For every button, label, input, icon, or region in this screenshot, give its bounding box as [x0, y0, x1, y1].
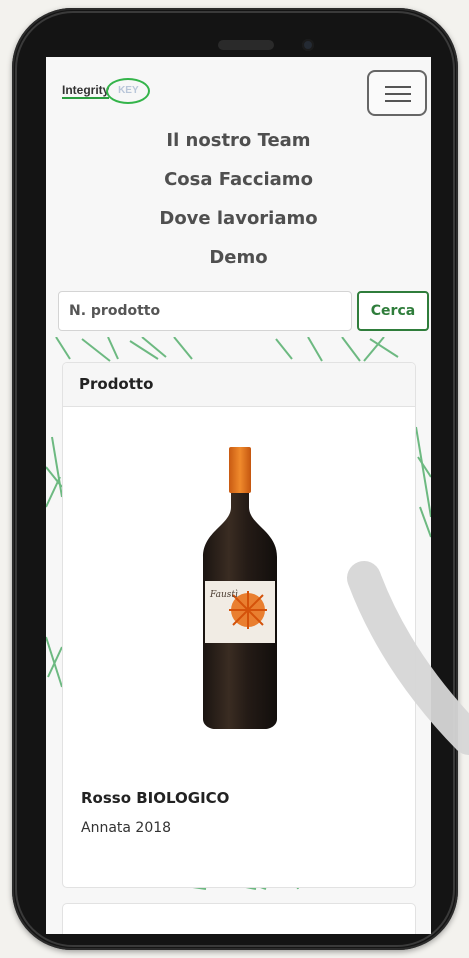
product-search: Cerca	[58, 291, 429, 331]
nav-link-team[interactable]: Il nostro Team	[46, 127, 431, 166]
product-card: Prodotto Faustì Rosso BIOLOGICO Annata 2…	[62, 362, 416, 888]
card-header: Prodotto	[63, 363, 415, 407]
hamburger-menu-icon	[385, 86, 411, 88]
brand-key-logo: KEY	[106, 78, 151, 104]
front-camera	[302, 39, 314, 51]
product-name: Rosso BIOLOGICO	[81, 789, 230, 807]
nav-link-demo[interactable]: Demo	[46, 244, 431, 283]
screen: Integrity KEY Il nostro Team Cosa Faccia…	[46, 57, 431, 934]
search-button[interactable]: Cerca	[357, 291, 429, 331]
brand-name: Integrity	[62, 83, 110, 99]
nav-links: Il nostro Team Cosa Facciamo Dove lavori…	[46, 127, 431, 283]
product-number-input[interactable]	[58, 291, 352, 331]
speaker	[218, 40, 274, 50]
navbar: Integrity KEY	[46, 57, 431, 127]
nav-link-cosa-facciamo[interactable]: Cosa Facciamo	[46, 166, 431, 205]
wine-bottle-image: Faustì	[63, 407, 415, 747]
brand-logo[interactable]: Integrity KEY	[62, 78, 151, 104]
product-year: Annata 2018	[81, 820, 172, 836]
hamburger-menu-button[interactable]	[367, 70, 427, 116]
next-card	[62, 903, 416, 934]
bottle-label-text: Faustì	[209, 589, 238, 600]
nav-link-dove-lavoriamo[interactable]: Dove lavoriamo	[46, 205, 431, 244]
